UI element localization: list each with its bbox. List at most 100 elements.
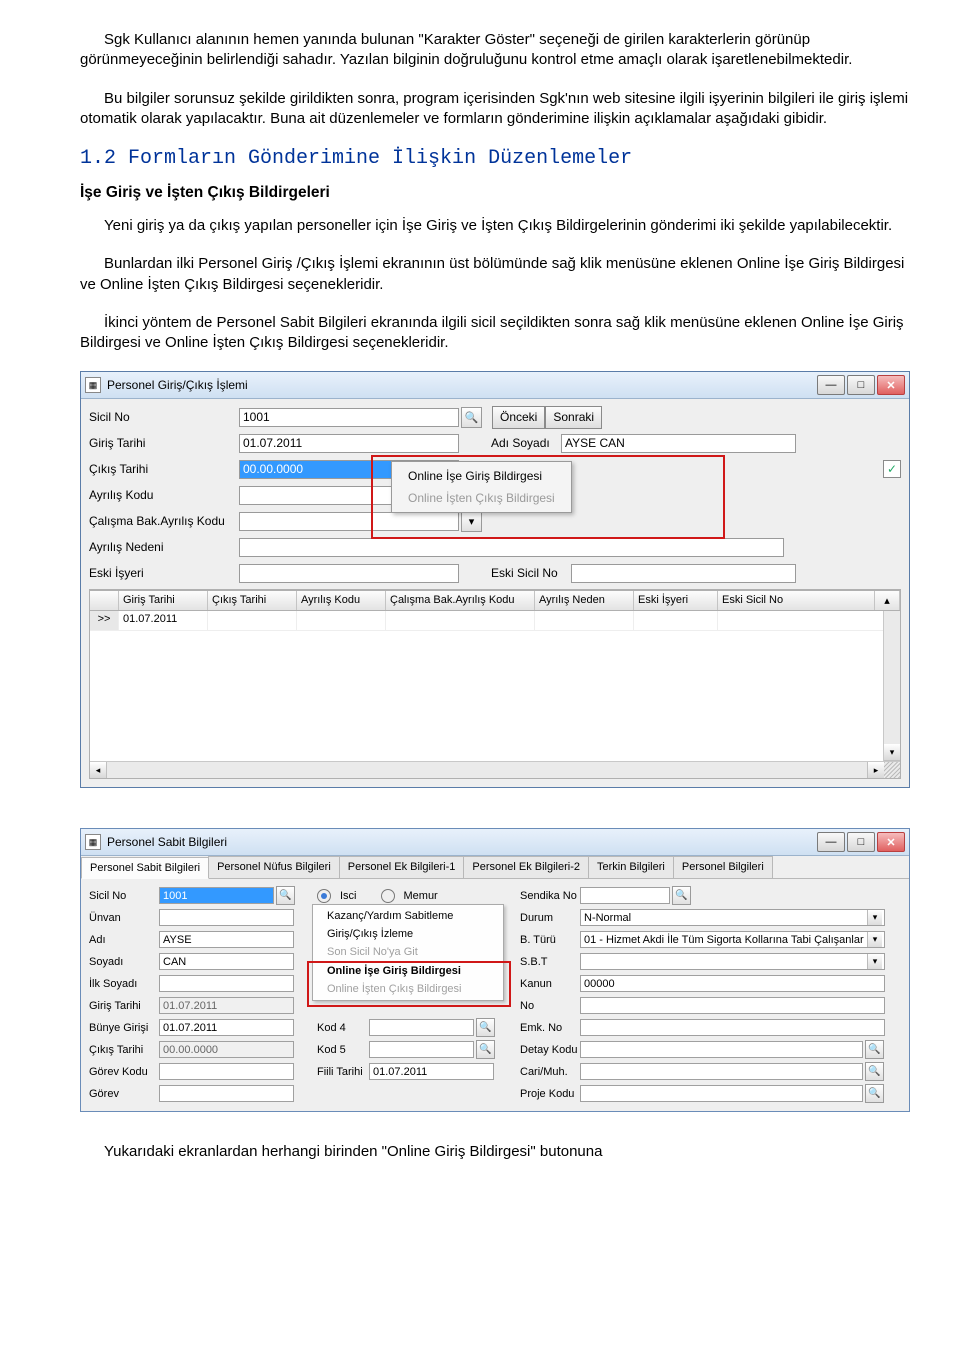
cari-input[interactable]	[580, 1063, 863, 1080]
col-cikis-tarihi[interactable]: Çıkış Tarihi	[208, 591, 297, 610]
sicil-input[interactable]: 1001	[159, 887, 274, 904]
lookup-button[interactable]: 🔍	[672, 886, 691, 905]
adi-soyadi-input[interactable]	[561, 434, 796, 453]
horizontal-scrollbar[interactable]: ◂ ▸	[90, 761, 900, 778]
label-calisma-bak: Çalışma Bak.Ayrılış Kodu	[89, 514, 239, 528]
lookup-button[interactable]: 🔍	[865, 1062, 884, 1081]
lookup-button[interactable]: 🔍	[865, 1084, 884, 1103]
col-giris-tarihi[interactable]: Giriş Tarihi	[119, 591, 208, 610]
tab-nufus[interactable]: Personel Nüfus Bilgileri	[208, 856, 340, 878]
giris-input[interactable]	[159, 997, 294, 1014]
emk-input[interactable]	[580, 1019, 885, 1036]
menu-giris-cikis-izleme[interactable]: Giriş/Çıkış İzleme	[313, 925, 503, 943]
lookup-button[interactable]: 🔍	[865, 1040, 884, 1059]
sbt-combo[interactable]	[580, 953, 885, 970]
label-kod5: Kod 5	[317, 1044, 369, 1056]
tab-ek2[interactable]: Personel Ek Bilgileri-2	[463, 856, 589, 878]
scroll-left-icon[interactable]: ◂	[90, 762, 107, 778]
maximize-button[interactable]: □	[847, 832, 875, 852]
kod4-input[interactable]	[369, 1019, 474, 1036]
proje-input[interactable]	[580, 1085, 863, 1102]
menu-online-isten-cikis[interactable]: Online İşten Çıkış Bildirgesi	[313, 980, 503, 998]
label-detay: Detay Kodu	[520, 1044, 580, 1056]
close-button[interactable]: ✕	[877, 832, 905, 852]
menu-online-isten-cikis[interactable]: Online İşten Çıkış Bildirgesi	[392, 487, 571, 509]
col-ayrilis-kodu[interactable]: Ayrılış Kodu	[297, 591, 386, 610]
ayrilis-nedeni-input[interactable]	[239, 538, 784, 557]
kanun-input[interactable]	[580, 975, 885, 992]
sonraki-button[interactable]: Sonraki	[545, 406, 602, 429]
label-adi: Adı	[89, 934, 159, 946]
label-sicil: Sicil No	[89, 890, 159, 902]
paragraph: Yukarıdaki ekranlardan herhangi birinden…	[80, 1142, 910, 1162]
scroll-right-icon[interactable]: ▸	[867, 762, 884, 778]
lookup-button[interactable]: 🔍	[476, 1018, 495, 1037]
screenshot-personel-giris-cikis: ▦ Personel Giriş/Çıkış İşlemi — □ ✕ Sici…	[80, 371, 910, 788]
gorev-input[interactable]	[159, 1085, 294, 1102]
lookup-button[interactable]: 🔍	[276, 886, 295, 905]
tab-ek1[interactable]: Personel Ek Bilgileri-1	[339, 856, 465, 878]
label-ilk-soyadi: İlk Soyadı	[89, 978, 159, 990]
durum-combo[interactable]: N-Normal	[580, 909, 885, 926]
fiili-input[interactable]	[369, 1063, 494, 1080]
minimize-button[interactable]: —	[817, 832, 845, 852]
eski-sicil-input[interactable]	[571, 564, 796, 583]
onceki-button[interactable]: Önceki	[492, 406, 545, 429]
no-input[interactable]	[580, 997, 885, 1014]
menu-online-ise-giris[interactable]: Online İşe Giriş Bildirgesi	[392, 465, 571, 487]
bturu-combo[interactable]: 01 - Hizmet Akdi İle Tüm Sigorta Kolları…	[580, 931, 885, 948]
vertical-scrollbar[interactable]: ▾	[883, 611, 900, 761]
tab-terkin[interactable]: Terkin Bilgileri	[588, 856, 674, 878]
paragraph: Yeni giriş ya da çıkış yapılan personell…	[80, 216, 910, 236]
lookup-button[interactable]: 🔍	[476, 1040, 495, 1059]
close-button[interactable]: ✕	[877, 375, 905, 395]
sub-heading: İşe Giriş ve İşten Çıkış Bildirgeleri	[80, 184, 910, 202]
detay-input[interactable]	[580, 1041, 863, 1058]
label-giris-tarihi: Giriş Tarihi	[89, 436, 239, 450]
gorev-kodu-input[interactable]	[159, 1063, 294, 1080]
label-cari: Cari/Muh.	[520, 1066, 580, 1078]
label-emk: Emk. No	[520, 1022, 580, 1034]
label-sicil-no: Sicil No	[89, 410, 239, 424]
tab-personel[interactable]: Personel Bilgileri	[673, 856, 773, 878]
soyadi-input[interactable]	[159, 953, 294, 970]
app-icon: ▦	[85, 377, 101, 393]
unvan-input[interactable]	[159, 909, 294, 926]
col-calisma-bak[interactable]: Çalışma Bak.Ayrılış Kodu	[386, 591, 535, 610]
label-proje: Proje Kodu	[520, 1088, 580, 1100]
ilk-soyadi-input[interactable]	[159, 975, 294, 992]
menu-kazanc[interactable]: Kazanç/Yardım Sabitleme	[313, 907, 503, 925]
minimize-button[interactable]: —	[817, 375, 845, 395]
menu-online-ise-giris[interactable]: Online İşe Giriş Bildirgesi	[313, 962, 503, 980]
label-fiili: Fiili Tarihi	[317, 1066, 369, 1078]
checkbox[interactable]: ✓	[883, 460, 901, 478]
col-eski-sicil[interactable]: Eski Sicil No	[718, 591, 875, 610]
table-row[interactable]: >> 01.07.2011	[90, 611, 900, 631]
sicil-no-input[interactable]	[239, 408, 459, 427]
label-eski-isyeri: Eski İşyeri	[89, 566, 239, 580]
cikis-input[interactable]	[159, 1041, 294, 1058]
giris-tarihi-input[interactable]	[239, 434, 459, 453]
bunye-input[interactable]	[159, 1019, 294, 1036]
label-giris-tarihi: Giriş Tarihi	[89, 1000, 159, 1012]
size-grip[interactable]	[884, 762, 900, 778]
sendika-input[interactable]	[580, 887, 670, 904]
adi-input[interactable]	[159, 931, 294, 948]
tab-sabit[interactable]: Personel Sabit Bilgileri	[81, 857, 209, 879]
screenshot-personel-sabit: ▦ Personel Sabit Bilgileri — □ ✕ Persone…	[80, 828, 910, 1112]
label-kanun: Kanun	[520, 978, 580, 990]
menu-son-sicil[interactable]: Son Sicil No'ya Git	[313, 943, 503, 962]
col-ayrilis-neden[interactable]: Ayrılış Neden	[535, 591, 634, 610]
radio-memur[interactable]	[381, 889, 395, 903]
maximize-button[interactable]: □	[847, 375, 875, 395]
lookup-button[interactable]: 🔍	[461, 407, 482, 428]
eski-isyeri-input[interactable]	[239, 564, 459, 583]
radio-isci[interactable]	[317, 889, 331, 903]
scroll-up-icon[interactable]: ▴	[875, 591, 900, 610]
col-eski-isyeri[interactable]: Eski İşyeri	[634, 591, 718, 610]
label-durum: Durum	[520, 912, 580, 924]
kod5-input[interactable]	[369, 1041, 474, 1058]
label-adi-soyadi: Adı Soyadı	[491, 436, 561, 450]
grid-header: Giriş Tarihi Çıkış Tarihi Ayrılış Kodu Ç…	[90, 590, 900, 611]
scroll-down-icon[interactable]: ▾	[884, 744, 900, 761]
